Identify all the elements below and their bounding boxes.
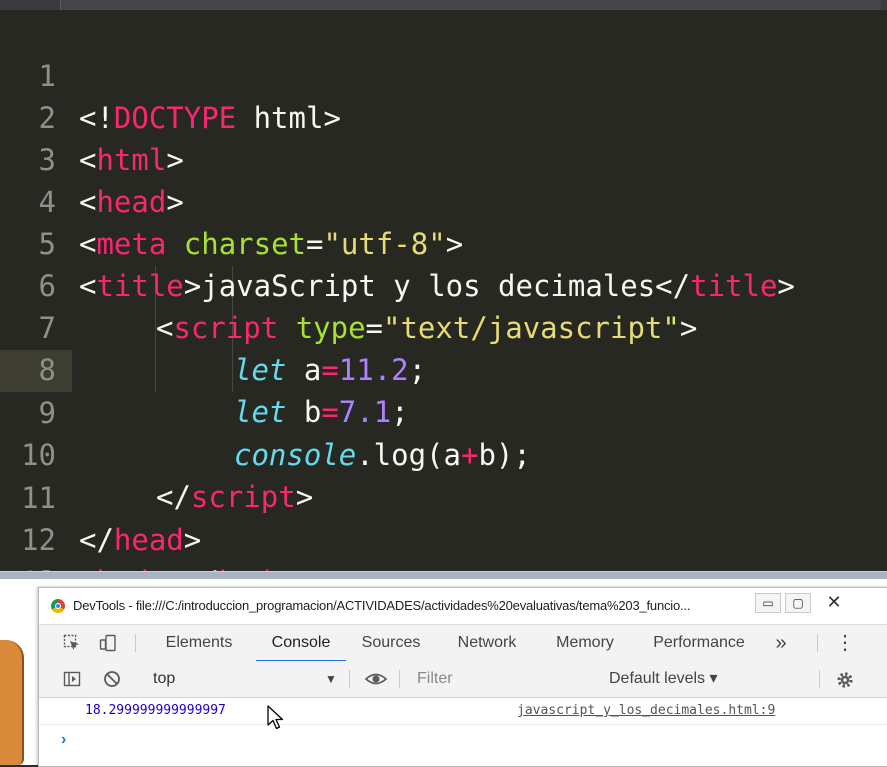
devtools-menu-button[interactable]: ⋮ [835, 625, 855, 661]
mouse-pointer-icon [267, 705, 284, 730]
minimize-button[interactable]: ▭ [755, 593, 781, 613]
window-title: DevTools - file:///C:/introduccion_progr… [73, 598, 691, 613]
toolbar-separator [817, 634, 818, 652]
code-editor[interactable]: 1 <!DOCTYPE html> 2 <html> 3 <head> 4 <m… [0, 0, 887, 641]
code-line-5[interactable]: 5 <title>javaScript y los decimales</tit… [0, 181, 887, 303]
context-selector[interactable]: top ▼ [143, 661, 343, 697]
inspect-element-icon[interactable] [63, 634, 81, 652]
context-value: top [153, 670, 176, 687]
toolbar-separator [399, 670, 400, 688]
devtools-titlebar[interactable]: DevTools - file:///C:/introduccion_progr… [39, 588, 887, 624]
device-toggle-icon[interactable] [99, 634, 117, 652]
console-panel[interactable]: 18.299999999999997 javascript_y_los_deci… [39, 698, 887, 766]
toolbar-separator [135, 634, 136, 652]
editor-tab[interactable] [60, 0, 881, 10]
code-line-10[interactable]: 10 </script> [0, 392, 887, 514]
code-line-13[interactable]: 13 </html> [0, 519, 887, 641]
console-prompt[interactable]: › [39, 725, 887, 755]
gear-icon[interactable] [835, 670, 855, 688]
prompt-chevron-icon: › [61, 731, 67, 748]
toolbar-separator [819, 670, 820, 688]
more-tabs-button[interactable]: » [769, 625, 793, 661]
chevron-down-icon: ▼ [325, 672, 337, 686]
code-line-1[interactable]: 1 <!DOCTYPE html> [0, 13, 887, 135]
tab-sources[interactable]: Sources [353, 625, 429, 661]
tab-performance[interactable]: Performance [641, 625, 757, 661]
editor-tab-strip [0, 0, 887, 10]
console-source-link[interactable]: javascript_y_los_decimales.html:9 [517, 703, 775, 718]
tab-memory[interactable]: Memory [545, 625, 625, 661]
code-line-4[interactable]: 4 <meta charset="utf-8"> [0, 139, 887, 261]
devtools-window: DevTools - file:///C:/introduccion_progr… [38, 587, 887, 767]
code-line-11[interactable]: 11 </head> [0, 435, 887, 557]
sidebar-toggle-icon[interactable] [63, 670, 81, 688]
code-line-12[interactable]: 12 <body></body> [0, 477, 887, 599]
console-message: 18.299999999999997 javascript_y_los_deci… [39, 698, 887, 725]
maximize-button[interactable]: ▢ [785, 593, 811, 613]
tab-elements[interactable]: Elements [153, 625, 245, 661]
code-line-2[interactable]: 2 <html> [0, 55, 887, 177]
close-button[interactable]: ✕ [821, 593, 847, 613]
console-output-value: 18.299999999999997 [85, 703, 226, 718]
chrome-logo-icon [51, 599, 65, 613]
eye-icon[interactable] [364, 670, 388, 688]
clear-console-icon[interactable] [103, 670, 121, 688]
tab-console[interactable]: Console [256, 625, 346, 662]
tab-network[interactable]: Network [445, 625, 529, 661]
code-line-9[interactable]: 9 console.log(a+b); [0, 350, 887, 472]
code-line-3[interactable]: 3 <head> [0, 97, 887, 219]
code-line-8[interactable]: 8 let b=7.1; [0, 307, 887, 429]
toolbar-separator [349, 670, 350, 688]
filter-input[interactable] [411, 667, 601, 691]
console-filterbar: top ▼ Default levels ▾ [39, 661, 887, 698]
log-levels-dropdown[interactable]: Default levels ▾ [609, 661, 809, 697]
mascot-figure [0, 640, 24, 765]
code-line-7[interactable]: 7 let a=11.2; [0, 265, 887, 387]
code-line-6[interactable]: 6 <script type="text/javascript"> [0, 223, 887, 345]
devtools-tabbar: Elements Console Sources Network Memory … [39, 624, 887, 662]
